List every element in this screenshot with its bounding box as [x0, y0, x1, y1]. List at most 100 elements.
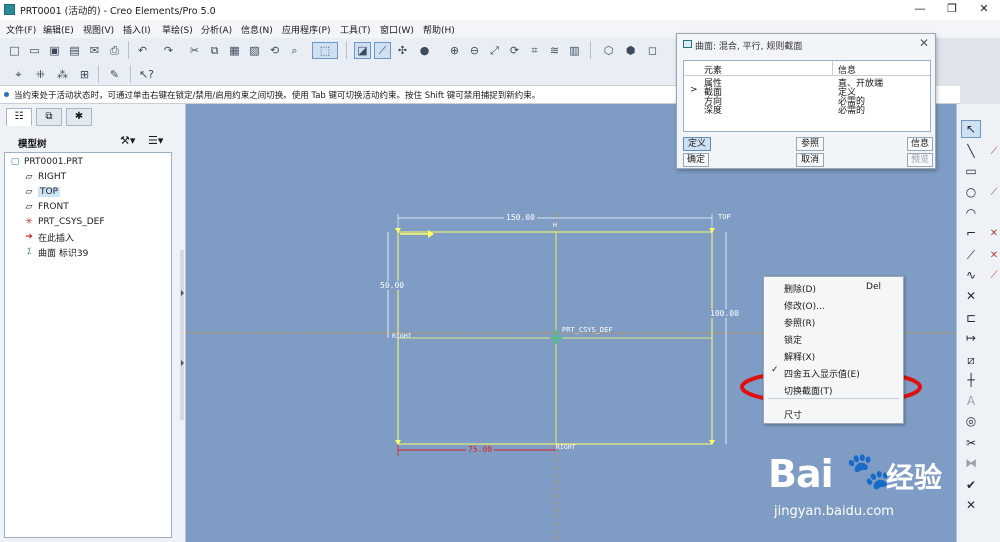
menu-item-modify[interactable]: 修改(O)...	[784, 299, 825, 312]
text-icon[interactable]: A	[961, 392, 981, 410]
open-file-icon[interactable]: ▭	[26, 42, 43, 59]
fillet-flyout-icon[interactable]: ✕	[987, 224, 1000, 242]
context-help-icon[interactable]: ↖?	[138, 66, 155, 83]
chamfer-icon[interactable]: ⟋	[961, 246, 981, 264]
spline-icon[interactable]: ∿	[961, 266, 981, 284]
menu-item-explain[interactable]: 解释(X)	[784, 350, 815, 363]
tree-item-surface[interactable]: ⁒ 曲面 标识39	[23, 245, 88, 259]
dim-text-top[interactable]: 150.00	[504, 213, 537, 222]
info-button[interactable]: 信息	[907, 137, 933, 151]
plane-display-icon[interactable]: ⊞	[76, 66, 93, 83]
line-icon[interactable]: ╲	[961, 142, 981, 160]
chamfer-flyout-icon[interactable]: ✕	[987, 246, 1000, 264]
paste-icon[interactable]: ▦	[226, 42, 243, 59]
dimension-icon[interactable]: ↦	[961, 329, 981, 347]
line-flyout-icon[interactable]: ⟋	[987, 142, 1000, 160]
circle-icon[interactable]: ○	[961, 183, 981, 201]
shading-icon[interactable]: ●	[416, 42, 433, 59]
sketcher-display-icon[interactable]: ◪	[354, 42, 371, 59]
tree-columns-icon[interactable]: ☰▾	[148, 134, 163, 147]
menu-item-lock[interactable]: 锁定	[784, 333, 802, 346]
spin-center-icon[interactable]: ✣	[394, 42, 411, 59]
copy-icon[interactable]: ⧉	[206, 42, 223, 59]
menu-item-toggle-section[interactable]: 切换截面(T)	[784, 384, 833, 397]
point-icon[interactable]: ✕	[961, 287, 981, 305]
hidden-line-icon[interactable]: ⬢	[622, 42, 639, 59]
dim-text-left[interactable]: 50.00	[380, 281, 405, 290]
menu-info[interactable]: 信息(N)	[241, 23, 273, 36]
done-check-icon[interactable]: ✔	[961, 476, 981, 494]
fillet-icon[interactable]: ⌐	[961, 224, 981, 242]
tree-settings-icon[interactable]: ⚒▾	[120, 134, 135, 147]
tree-item-part[interactable]: ▢ PRT0001.PRT	[9, 155, 83, 169]
cancel-button[interactable]: 取消	[796, 153, 824, 167]
cut-icon[interactable]: ✂	[186, 42, 203, 59]
print-icon[interactable]: ▤	[66, 42, 83, 59]
tab-folder-browser[interactable]: ⧉	[36, 108, 62, 126]
undo-icon[interactable]: ↶	[134, 42, 151, 59]
tree-item-front[interactable]: ▱ FRONT	[23, 200, 69, 214]
layers-icon[interactable]: ≋	[546, 42, 563, 59]
view-manager-icon[interactable]: ▥	[566, 42, 583, 59]
menu-view[interactable]: 视图(V)	[83, 23, 114, 36]
datum-display-icon[interactable]: ⟋	[374, 42, 391, 59]
annotation-icon[interactable]: ✎	[106, 66, 123, 83]
trim-icon[interactable]: ✂	[961, 434, 981, 452]
menu-help[interactable]: 帮助(H)	[423, 23, 455, 36]
save-icon[interactable]: ▣	[46, 42, 63, 59]
tree-item-csys[interactable]: ✳ PRT_CSYS_DEF	[23, 215, 104, 229]
dim-text-bottom[interactable]: 75.00	[466, 445, 495, 454]
panel-splitter[interactable]	[178, 250, 186, 420]
paste-special-icon[interactable]: ▧	[246, 42, 263, 59]
rectangle-icon[interactable]: ▭	[961, 162, 981, 180]
email-icon[interactable]: ✉	[86, 42, 103, 59]
menu-item-round-display[interactable]: 四舍五入显示值(E)	[784, 367, 860, 380]
menu-edit[interactable]: 编辑(E)	[43, 23, 74, 36]
csys-display-icon[interactable]: ⌖	[10, 66, 27, 83]
saved-views-icon[interactable]: ⌗	[526, 42, 543, 59]
zoom-in-icon[interactable]: ⊕	[446, 42, 463, 59]
tab-model-tree[interactable]: ☷	[6, 108, 32, 126]
axis-display-icon[interactable]: ⁜	[32, 66, 49, 83]
quit-x-icon[interactable]: ✕	[961, 496, 981, 514]
row-element[interactable]: 深度	[704, 103, 722, 116]
no-hidden-icon[interactable]: ◻	[644, 42, 661, 59]
palette-icon[interactable]: ◎	[961, 412, 981, 430]
constraint-icon[interactable]: ┼	[961, 371, 981, 389]
spline-flyout-icon[interactable]: ⟋	[987, 266, 1000, 284]
offset-icon[interactable]: ⊏	[961, 309, 981, 327]
preview-button[interactable]: 预览	[907, 153, 933, 167]
minimize-button[interactable]: —	[904, 0, 936, 20]
tree-item-right[interactable]: ▱ RIGHT	[23, 170, 67, 184]
menu-insert[interactable]: 插入(I)	[123, 23, 151, 36]
select-arrow-icon[interactable]: ↖	[961, 120, 981, 138]
dim-text-right[interactable]: 100.00	[710, 309, 739, 318]
refit-icon[interactable]: ⤢	[486, 42, 503, 59]
restore-button[interactable]: ❐	[936, 0, 968, 20]
new-file-icon[interactable]: □	[6, 42, 23, 59]
select-box-icon[interactable]: ⬚	[312, 42, 338, 59]
dialog-close-icon[interactable]: ✕	[919, 36, 929, 50]
circle-flyout-icon[interactable]: ⟋	[987, 183, 1000, 201]
menu-item-references[interactable]: 参照(R)	[784, 316, 815, 329]
reference-button[interactable]: 参照	[796, 137, 824, 151]
menu-item-delete[interactable]: 删除(D)	[784, 282, 816, 295]
menu-file[interactable]: 文件(F)	[6, 23, 36, 36]
find-icon[interactable]: ⌕	[286, 42, 303, 59]
tab-favorites[interactable]: ✱	[66, 108, 92, 126]
define-button[interactable]: 定义	[683, 137, 711, 151]
arc-icon[interactable]: ◠	[961, 204, 981, 222]
modify-icon[interactable]: ⧄	[961, 351, 981, 369]
email-link-icon[interactable]: ⎙	[106, 42, 123, 59]
ok-button[interactable]: 确定	[683, 153, 709, 167]
menu-analysis[interactable]: 分析(A)	[201, 23, 232, 36]
wireframe-icon[interactable]: ⬡	[600, 42, 617, 59]
reorient-icon[interactable]: ⟳	[506, 42, 523, 59]
zoom-out-icon[interactable]: ⊖	[466, 42, 483, 59]
menu-item-dimension[interactable]: 尺寸	[784, 408, 802, 421]
close-button[interactable]: ✕	[968, 0, 1000, 20]
mirror-icon[interactable]: ⧓	[961, 454, 981, 472]
regenerate-icon[interactable]: ⟲	[266, 42, 283, 59]
tree-item-top[interactable]: ▱ TOP	[23, 185, 61, 199]
tree-item-insert-here[interactable]: ➔ 在此插入	[23, 230, 74, 244]
